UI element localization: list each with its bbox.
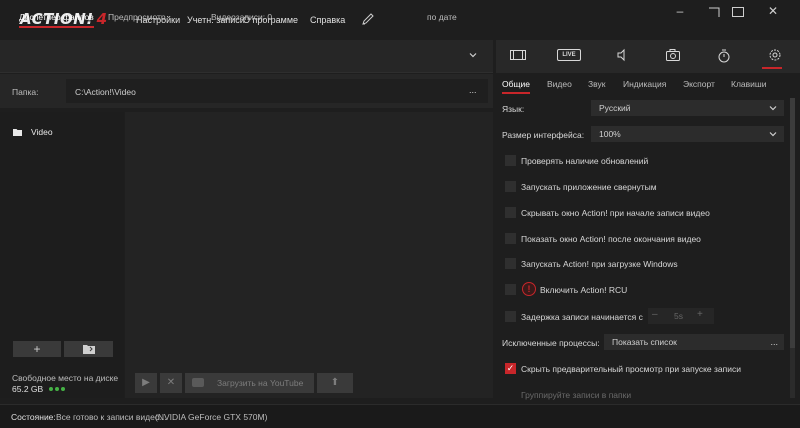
disk-indicator-dot — [49, 387, 53, 391]
close-button[interactable]: ✕ — [762, 4, 784, 20]
gpu-info: (NVIDIA GeForce GTX 570M) — [155, 412, 268, 422]
excluded-browse-button[interactable]: ... — [770, 334, 778, 350]
tab-video[interactable]: Видео — [547, 79, 572, 89]
minimize-button[interactable]: – — [669, 4, 691, 20]
file-manager-header — [0, 40, 493, 73]
status-text: Все готово к записи видео... — [56, 412, 167, 422]
camera-icon[interactable] — [663, 48, 683, 64]
start-with-windows-checkbox[interactable] — [505, 258, 516, 269]
delete-button[interactable]: ✕ — [160, 373, 182, 393]
check-updates-label: Проверять наличие обновлений — [521, 156, 649, 166]
start-with-windows-label: Запускать Action! при загрузке Windows — [521, 259, 678, 269]
disk-indicator-dot — [61, 387, 65, 391]
show-after-record-checkbox[interactable] — [505, 233, 516, 244]
upload-youtube-button[interactable]: Загрузить на YouTube — [185, 373, 314, 393]
folder-browse-button[interactable]: ... — [469, 85, 477, 95]
tree-item-video[interactable]: Video — [31, 127, 53, 137]
disk-space-label: Свободное место на диске — [12, 373, 119, 383]
gear-icon[interactable] — [765, 48, 785, 64]
delay-decrease-button[interactable]: – — [652, 309, 658, 320]
tab-indication[interactable]: Индикация — [623, 79, 666, 89]
folder-path-text: C:\Action!\Video — [75, 87, 136, 97]
language-label: Язык: — [502, 104, 525, 114]
tab-hotkeys[interactable]: Клавиши — [731, 79, 766, 89]
upload-button[interactable]: ⬆ — [317, 373, 353, 393]
language-value: Русский — [599, 103, 631, 113]
ui-size-label: Размер интерфейса: — [502, 130, 585, 140]
excluded-processes-value: Показать список — [612, 337, 677, 347]
group-recordings-label: Группируйте записи в папки — [521, 390, 632, 400]
hide-preview-checkbox[interactable]: ✓ — [505, 363, 516, 374]
restore-button[interactable] — [703, 4, 725, 20]
open-folder-button[interactable] — [64, 341, 113, 357]
excluded-processes-field[interactable]: Показать список ... — [604, 334, 784, 350]
film-icon[interactable] — [508, 48, 528, 64]
record-delay-checkbox[interactable] — [505, 311, 516, 322]
ui-size-value: 100% — [599, 129, 621, 139]
warning-icon: ! — [522, 282, 536, 296]
add-folder-button[interactable]: + — [13, 341, 61, 357]
enable-rcu-label: Включить Action! RCU — [540, 285, 628, 295]
hide-on-record-checkbox[interactable] — [505, 207, 516, 218]
tab-preview[interactable]: Предпросмотр — [108, 12, 166, 22]
show-after-record-label: Показать окно Action! после окончания ви… — [521, 234, 701, 244]
ui-size-select[interactable]: 100% — [591, 126, 784, 142]
tab-sound[interactable]: Звук — [588, 79, 605, 89]
maximize-button[interactable] — [727, 4, 749, 20]
logo-version: 4 — [96, 10, 108, 28]
sort-select[interactable]: по дате — [427, 12, 457, 22]
live-icon[interactable]: LIVE — [557, 49, 581, 61]
menu-help[interactable]: Справка — [310, 15, 345, 25]
folder-label: Папка: — [12, 87, 39, 97]
recordings-content — [125, 112, 493, 398]
status-label: Состояние: — [11, 412, 56, 422]
chevron-down-icon[interactable] — [468, 50, 478, 60]
language-select[interactable]: Русский — [591, 100, 784, 116]
play-button[interactable]: ▶ — [135, 373, 157, 393]
delay-value: 5s — [674, 311, 683, 321]
excluded-processes-label: Исключенные процессы: — [502, 338, 600, 348]
active-category-indicator — [762, 67, 782, 69]
chevron-down-icon — [768, 100, 778, 121]
disk-space-value: 65.2 GB — [12, 384, 44, 394]
record-delay-label: Задержка записи начинается с — [521, 312, 643, 322]
settings-scroll-thumb[interactable] — [790, 98, 795, 348]
delay-increase-button[interactable]: + — [697, 309, 703, 320]
speaker-icon[interactable] — [612, 48, 632, 64]
timer-icon[interactable] — [714, 48, 734, 64]
check-updates-checkbox[interactable] — [505, 155, 516, 166]
start-minimized-label: Запускать приложение свернутым — [521, 182, 657, 192]
pen-icon[interactable] — [361, 12, 375, 26]
recordings-count: Видеозаписи: 0 — [211, 12, 273, 22]
tab-general[interactable]: Общие — [502, 79, 530, 94]
tab-file-manager[interactable]: Диспетчер файлов — [19, 12, 94, 28]
hide-preview-label: Скрыть предварительный просмотр при запу… — [521, 364, 741, 374]
disk-indicator-dot — [55, 387, 59, 391]
hide-on-record-label: Скрывать окно Action! при начале записи … — [521, 208, 710, 218]
settings-category-bar — [496, 40, 800, 73]
youtube-icon — [192, 378, 204, 387]
tab-export[interactable]: Экспорт — [683, 79, 715, 89]
start-minimized-checkbox[interactable] — [505, 181, 516, 192]
enable-rcu-checkbox[interactable] — [505, 284, 516, 295]
folder-icon — [13, 128, 22, 136]
chevron-down-icon — [768, 126, 778, 147]
